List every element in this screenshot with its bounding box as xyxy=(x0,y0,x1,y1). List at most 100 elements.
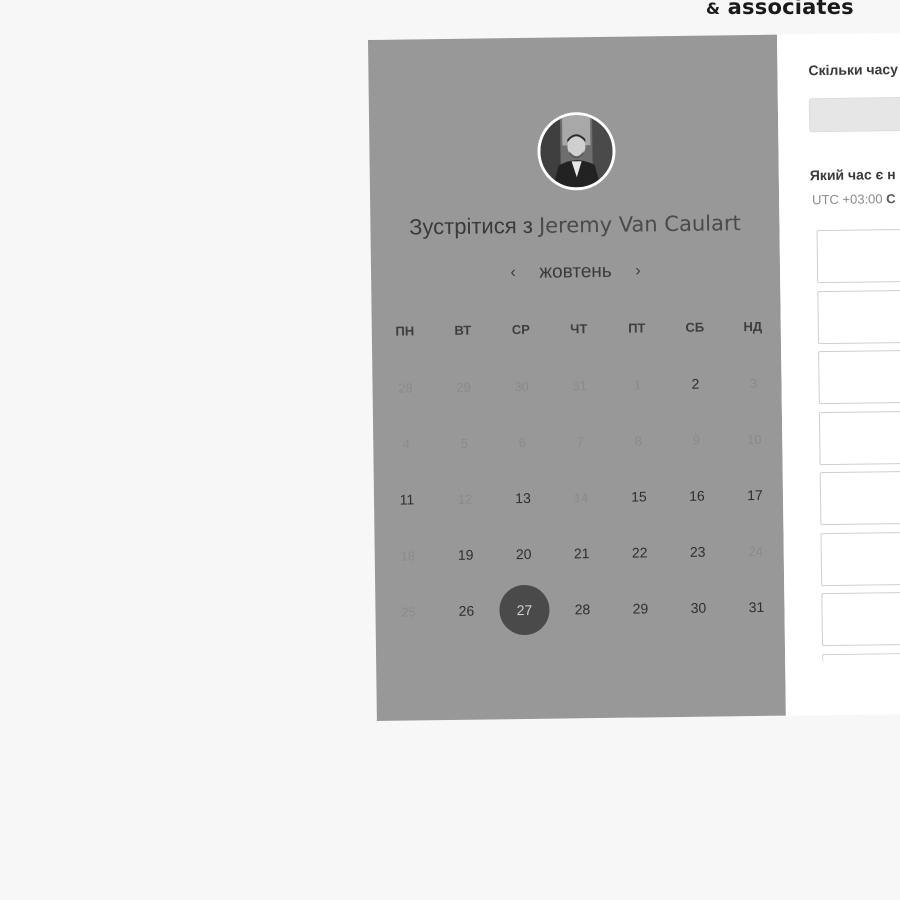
calendar-day: 9 xyxy=(667,411,726,468)
calendar-day-number: 31 xyxy=(572,377,587,393)
prev-month-icon[interactable]: ‹ xyxy=(502,264,524,282)
weekday-label: ЧТ xyxy=(570,321,588,337)
calendar-day[interactable]: 15 xyxy=(610,468,669,525)
calendar-days-grid: 28 29 30 31 1 2 3 4 5 6 7 8 9 10 11 12 13 14 15 16 17 18 19 20 2… xyxy=(372,355,789,640)
calendar-day[interactable]: 11 xyxy=(378,471,437,528)
timezone-suffix: С xyxy=(886,191,896,207)
time-slot[interactable] xyxy=(818,409,900,465)
calendar-day-number: 18 xyxy=(400,547,416,564)
avatar xyxy=(536,111,616,191)
calendar-day: 18 xyxy=(378,527,437,584)
calendar-day[interactable]: 2 xyxy=(666,355,725,412)
time-slot[interactable] xyxy=(818,349,900,405)
calendar-day[interactable]: 22 xyxy=(610,524,669,581)
calendar-day-number: 19 xyxy=(457,546,474,563)
calendar-day-number: 22 xyxy=(631,544,648,561)
calendar-day-number: 2 xyxy=(691,375,700,392)
meeting-title-prefix: Зустрітися з xyxy=(408,212,534,240)
calendar-day: 12 xyxy=(436,470,495,527)
calendar-day-number: 29 xyxy=(632,600,649,617)
calendar-day[interactable]: 13 xyxy=(494,470,553,527)
time-slot-list xyxy=(777,33,900,661)
calendar-day-number: 14 xyxy=(573,489,589,505)
month-label: жовтень xyxy=(539,260,612,283)
calendar-day-number: 15 xyxy=(631,488,647,505)
calendar-day-number: 30 xyxy=(514,378,529,394)
details-panel: Скільки часу Який час є н UTC +03:00 С xyxy=(776,32,900,716)
calendar-day: 28 xyxy=(376,359,435,416)
calendar-day[interactable]: 16 xyxy=(668,467,727,524)
time-slot[interactable] xyxy=(819,470,900,526)
calendar-day-number: 6 xyxy=(518,434,526,450)
weekday-label: ВТ xyxy=(454,322,472,338)
calendar-panel: Зустрітися з Jeremy Van Caulart ‹ жовтен… xyxy=(368,34,789,721)
time-slot[interactable] xyxy=(822,651,900,661)
calendar-day[interactable]: 30 xyxy=(669,579,728,636)
calendar-day[interactable]: 23 xyxy=(668,523,727,580)
calendar-day: 24 xyxy=(726,523,785,580)
calendar-day-number: 4 xyxy=(402,435,410,452)
meeting-title: Зустрітися з Jeremy Van Caulart xyxy=(370,210,779,241)
calendar-day-number: 21 xyxy=(573,545,590,562)
weekday-label: СБ xyxy=(685,319,705,335)
time-slot[interactable] xyxy=(816,228,900,284)
calendar-day-number: 13 xyxy=(515,489,531,507)
calendar-day-number: 26 xyxy=(458,602,475,619)
calendar-day-number: 28 xyxy=(398,379,413,396)
calendar-day-number: 24 xyxy=(748,543,764,559)
calendar-day[interactable]: 19 xyxy=(436,526,495,583)
calendar-day-number: 7 xyxy=(576,433,584,449)
calendar-day-number: 8 xyxy=(634,432,642,449)
calendar-day-number: 17 xyxy=(747,486,763,504)
calendar-day: 25 xyxy=(379,583,438,640)
time-slot[interactable] xyxy=(817,288,900,344)
calendar-day[interactable]: 28 xyxy=(553,581,612,638)
calendar-day: 31 xyxy=(550,357,609,414)
calendar-day-number: 16 xyxy=(689,487,705,504)
calendar-day: 4 xyxy=(377,415,436,472)
time-label: Який час є н xyxy=(809,166,896,184)
calendar-day[interactable]: 20 xyxy=(494,526,553,583)
weekday-label: ПТ xyxy=(628,320,646,336)
weekday-label: СР xyxy=(511,321,530,338)
calendar-day: 14 xyxy=(552,469,611,526)
calendar-day: 30 xyxy=(492,358,551,415)
calendar-day: 10 xyxy=(725,411,784,468)
calendar-day[interactable]: 21 xyxy=(552,525,611,582)
calendar-day-number: 1 xyxy=(633,376,642,393)
calendar-day-number: 10 xyxy=(746,431,762,447)
calendar-day: 6 xyxy=(493,414,552,471)
calendar-day: 3 xyxy=(724,355,783,412)
calendar-day-selected[interactable]: 27 xyxy=(495,582,554,639)
calendar-day-number: 25 xyxy=(401,603,416,620)
calendar-day: 1 xyxy=(608,356,667,413)
calendar-day: 5 xyxy=(435,414,494,471)
host-name: Jeremy Van Caulart xyxy=(538,211,741,238)
next-month-icon[interactable]: › xyxy=(627,262,649,280)
calendar-day-number: 20 xyxy=(515,545,532,563)
weekday-label: НД xyxy=(743,318,763,335)
calendar-day[interactable]: 17 xyxy=(726,467,785,524)
calendar-day-number: 28 xyxy=(574,601,591,618)
time-slot[interactable] xyxy=(820,530,900,586)
calendar-day-number: 11 xyxy=(399,491,415,508)
time-slot[interactable] xyxy=(821,591,900,647)
calendar-day-number: 5 xyxy=(460,435,468,451)
calendar-day: 29 xyxy=(434,358,493,415)
calendar-day: 7 xyxy=(551,413,610,470)
calendar-day-number: 23 xyxy=(689,543,706,560)
brand-name: associates xyxy=(727,0,854,19)
duration-label: Скільки часу xyxy=(808,61,899,79)
calendar-day[interactable]: 29 xyxy=(611,580,670,637)
calendar-day-number: 27 xyxy=(499,584,550,636)
brand-ampersand: & xyxy=(706,0,721,18)
calendar-day-number: 30 xyxy=(690,599,707,616)
timezone-label: UTC +03:00 С xyxy=(812,191,896,207)
duration-select[interactable] xyxy=(808,96,900,133)
calendar-day-number: 31 xyxy=(748,598,765,616)
calendar-day-number: 12 xyxy=(457,491,473,507)
calendar-day[interactable]: 31 xyxy=(727,579,786,636)
calendar-day[interactable]: 26 xyxy=(437,582,496,639)
timezone-value: UTC +03:00 xyxy=(812,191,883,208)
calendar-day-number: 9 xyxy=(692,432,700,448)
